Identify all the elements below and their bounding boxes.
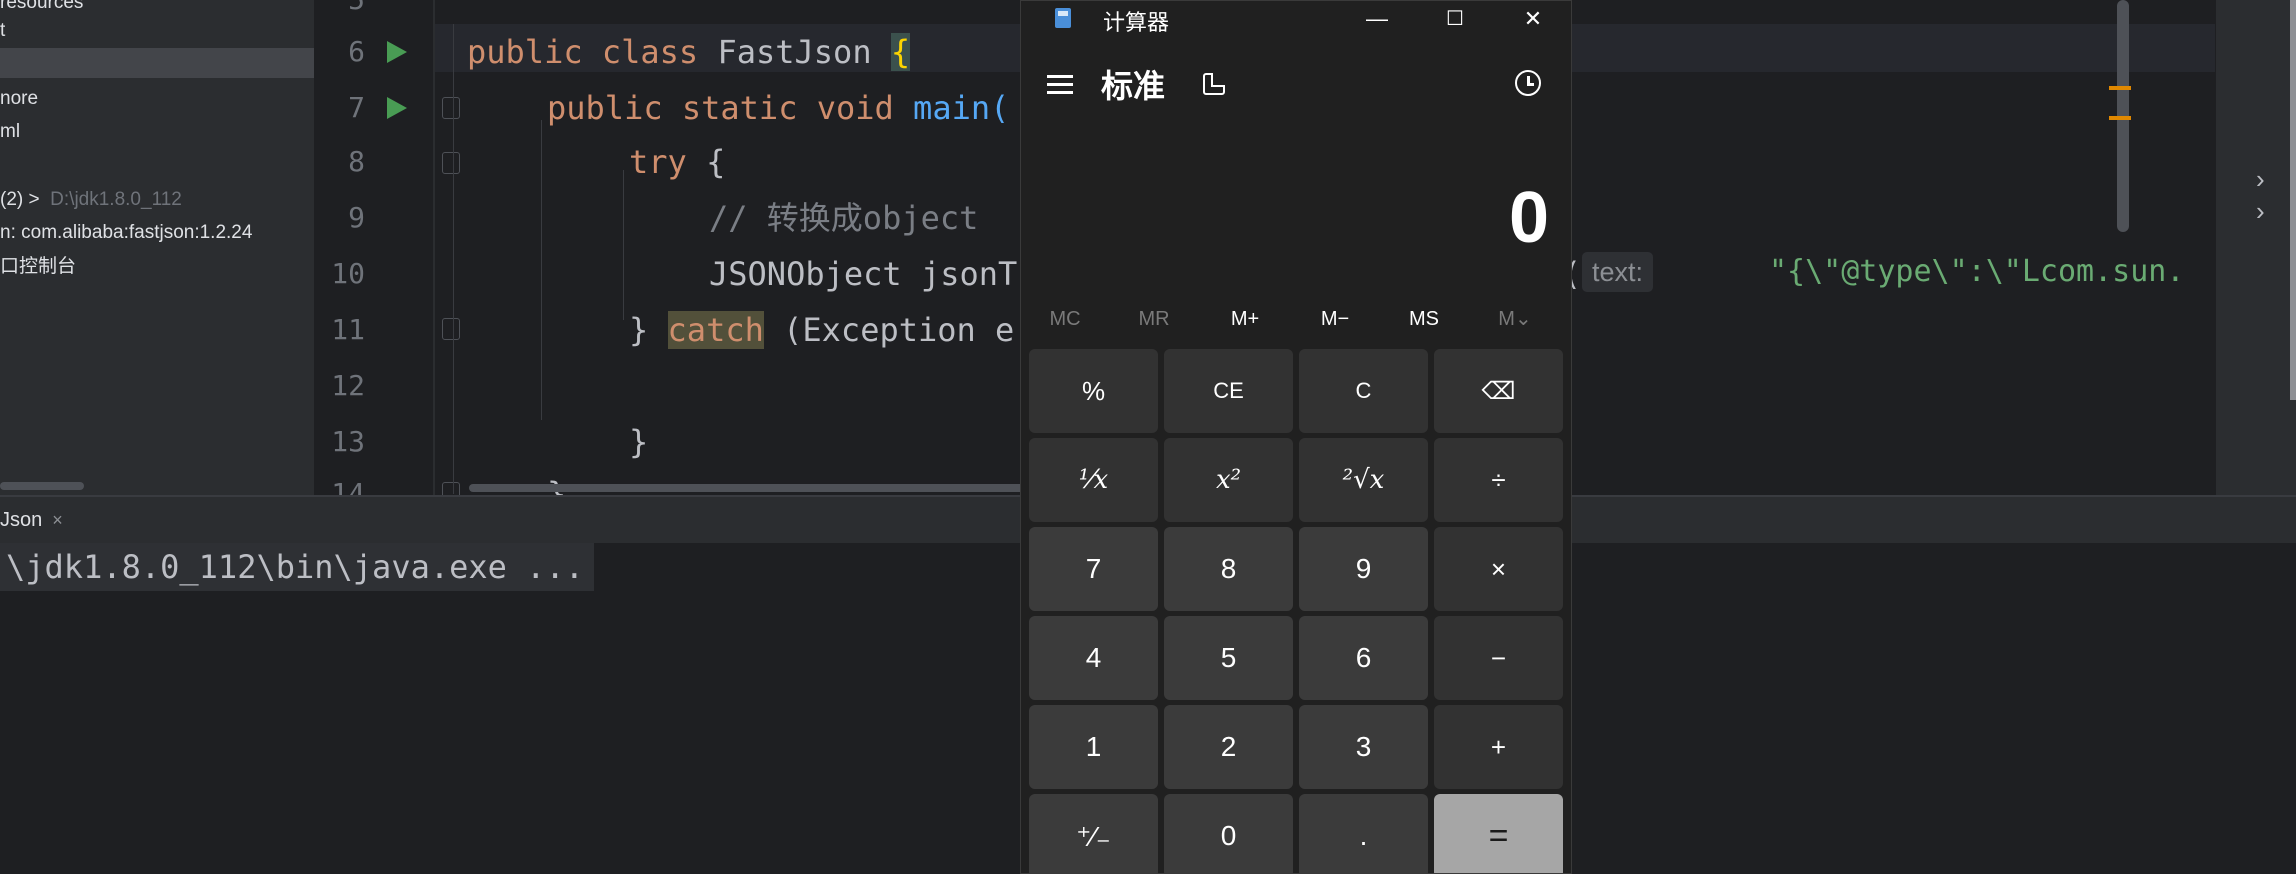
percent-key[interactable]: % (1029, 349, 1158, 433)
line-number: 13 (331, 425, 365, 458)
digit-2-key[interactable]: 2 (1164, 705, 1293, 789)
backspace-key[interactable]: ⌫ (1434, 349, 1563, 433)
tree-item-gitignore[interactable]: nore (0, 84, 38, 114)
code-line-13: } (629, 423, 649, 461)
line-number: 10 (331, 257, 365, 290)
keep-on-top-icon[interactable] (1203, 73, 1225, 95)
tree-item[interactable]: t (0, 16, 5, 46)
code-line-7: public static void main( (547, 89, 1010, 127)
line-number: 7 (348, 91, 365, 124)
sidebar-horizontal-scrollbar[interactable] (0, 482, 84, 490)
equals-key[interactable]: = (1434, 794, 1563, 873)
console-command-line: \jdk1.8.0_112\bin\java.exe ... (0, 543, 594, 591)
fold-icon[interactable] (442, 97, 460, 119)
tree-item-selected[interactable] (0, 48, 314, 78)
indent-guide (623, 170, 624, 320)
hamburger-menu-icon[interactable] (1047, 75, 1073, 95)
digit-3-key[interactable]: 3 (1299, 705, 1428, 789)
right-tool-strip: › › (2215, 0, 2296, 495)
add-key[interactable]: + (1434, 705, 1563, 789)
calculator-titlebar[interactable]: 计算器 — ☐ ✕ (1021, 1, 1571, 37)
chevron-right-icon[interactable]: › (2256, 164, 2265, 195)
warning-stripe[interactable] (2109, 116, 2131, 120)
memory-add-button[interactable]: M+ (1201, 301, 1289, 337)
tree-item-external-jdk[interactable]: (2) > D:\jdk1.8.0_112 (0, 185, 182, 215)
result-display: 0 (1508, 178, 1549, 258)
digit-0-key[interactable]: 0 (1164, 794, 1293, 873)
digit-7-key[interactable]: 7 (1029, 527, 1158, 611)
clear-entry-key[interactable]: CE (1164, 349, 1293, 433)
indent-guide (541, 120, 542, 420)
line-number: 12 (331, 369, 365, 402)
square-root-key[interactable]: ²√x (1299, 438, 1428, 522)
memory-clear-button[interactable]: MC (1021, 301, 1109, 337)
code-line-10: JSONObject jsonT (709, 255, 1018, 293)
memory-store-button[interactable]: MS (1380, 301, 1468, 337)
memory-recall-button[interactable]: MR (1110, 301, 1198, 337)
gutter-divider (433, 0, 435, 495)
line-number: 11 (331, 313, 365, 346)
decimal-key[interactable]: . (1299, 794, 1428, 873)
fold-icon[interactable] (442, 318, 460, 340)
clear-key[interactable]: C (1299, 349, 1428, 433)
string-literal: "{\"@type\":\"Lcom.sun. (1769, 254, 2185, 289)
code-line-11: } catch (Exception e (629, 311, 1015, 349)
subtract-key[interactable]: − (1434, 616, 1563, 700)
code-line-8: try { (629, 143, 726, 181)
warning-stripe[interactable] (2109, 86, 2131, 90)
fold-icon[interactable] (442, 152, 460, 174)
divide-key[interactable]: ÷ (1434, 438, 1563, 522)
calculator-app-icon (1055, 8, 1071, 28)
close-button[interactable]: ✕ (1497, 1, 1569, 37)
reciprocal-key[interactable]: ¹⁄x (1029, 438, 1158, 522)
mode-label: 标准 (1101, 68, 1166, 104)
chevron-right-icon[interactable]: › (2256, 196, 2265, 227)
tree-item-pom[interactable]: ml (0, 117, 20, 147)
tree-item-console[interactable]: 口控制台 (0, 252, 76, 282)
code-line-9: // 转换成object (709, 199, 979, 237)
multiply-key[interactable]: × (1434, 527, 1563, 611)
minimize-button[interactable]: — (1341, 1, 1413, 37)
history-icon[interactable] (1515, 70, 1541, 96)
memory-row: MC MR M+ M− MS M⌄ (1021, 301, 1571, 337)
editor-gutter: 5 6 7 8 9 10 11 12 13 14 (315, 0, 435, 510)
line-number: 9 (348, 201, 365, 234)
run-tab-fastjson[interactable]: Json × (0, 497, 71, 546)
digit-5-key[interactable]: 5 (1164, 616, 1293, 700)
indent-guide (453, 24, 454, 494)
line-number: 6 (348, 35, 365, 68)
negate-key[interactable]: ⁺⁄₋ (1029, 794, 1158, 873)
digit-9-key[interactable]: 9 (1299, 527, 1428, 611)
tree-item-fastjson-lib[interactable]: n: com.alibaba:fastjson:1.2.24 (0, 218, 252, 248)
calculator-header: 标准 (1021, 57, 1571, 117)
maximize-button[interactable]: ☐ (1419, 1, 1491, 37)
memory-subtract-button[interactable]: M− (1291, 301, 1379, 337)
jdk-path: D:\jdk1.8.0_112 (50, 189, 182, 210)
digit-6-key[interactable]: 6 (1299, 616, 1428, 700)
tree-item-resources[interactable]: resources (0, 0, 83, 18)
line-number: 8 (348, 145, 365, 178)
memory-list-button[interactable]: M⌄ (1471, 301, 1559, 337)
digit-8-key[interactable]: 8 (1164, 527, 1293, 611)
project-sidebar: resources t nore ml (2) > D:\jdk1.8.0_11… (0, 0, 315, 495)
code-line-6: public class FastJson { (467, 33, 911, 71)
parameter-inlay-hint: text: (1582, 252, 1654, 292)
square-key[interactable]: x² (1164, 438, 1293, 522)
run-class-icon[interactable] (387, 41, 407, 63)
calculator-window: 计算器 — ☐ ✕ 标准 0 MC MR M+ M− MS M⌄ % CE C … (1020, 0, 1572, 874)
window-title: 计算器 (1103, 10, 1170, 35)
digit-4-key[interactable]: 4 (1029, 616, 1158, 700)
close-icon[interactable]: × (52, 510, 63, 530)
digit-1-key[interactable]: 1 (1029, 705, 1158, 789)
run-main-icon[interactable] (387, 97, 407, 119)
right-edge-scrollbar[interactable] (2290, 0, 2296, 400)
